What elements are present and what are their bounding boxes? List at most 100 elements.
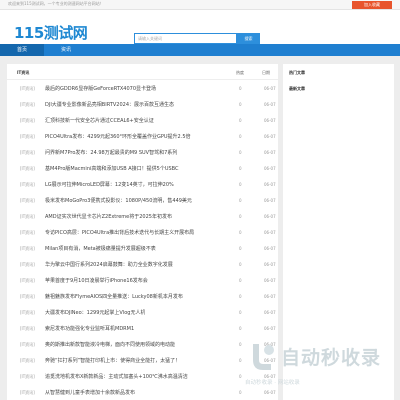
row-category: [IT资讯] [20, 326, 35, 331]
table-row[interactable]: [IT资讯] 汇顶科技新一代安全芯片通过CCEAL6+安全认证 0 06-07 [7, 113, 278, 128]
latest-articles-title: 最新文章 [289, 86, 305, 91]
table-row[interactable]: [IT资讯] Milan项目有消，Meta被极痛量提升发展超级不表 0 06-07 [7, 241, 278, 256]
row-views: 0 [239, 310, 242, 315]
list-header: IT资讯 热度 日期 [7, 64, 278, 80]
row-views: 0 [239, 150, 242, 155]
row-title-link[interactable]: LG展示可拉伸MicroLED屏幕：12变14英寸，可拉伸20% [45, 181, 174, 188]
row-views: 0 [239, 86, 242, 91]
row-date: 06-07 [264, 166, 276, 171]
row-date: 06-07 [264, 198, 276, 203]
main-nav: 首页 资讯 [0, 44, 400, 56]
table-row[interactable]: [IT资讯] 苹果首度于9月10日凌晨举行iPhone16发布会 0 06-07 [7, 273, 278, 288]
row-date: 06-07 [264, 86, 276, 91]
row-title-link[interactable]: 追觅洗地机发布X新款新品：主动式加塞头+100℃沸水高温清洁 [45, 373, 188, 380]
row-category: [IT资讯] [20, 262, 35, 267]
watermark: 自动秒收录 自动秒收录 · 网站收录 [245, 338, 390, 393]
row-title-link[interactable]: 专访PICO高层：PICO4Ultra推出背后技术迭代与长期主义开展布局 [45, 229, 194, 236]
row-views: 0 [239, 390, 242, 395]
tab-home[interactable]: 首页 [0, 44, 44, 56]
row-views: 0 [239, 374, 242, 379]
table-row[interactable]: [IT资讯] 基M4Pro版Macmini高端和添加USB A接口！提供5个USB… [7, 161, 278, 176]
row-category: [IT资讯] [20, 166, 35, 171]
search-input[interactable]: 请输入关键词 [134, 33, 237, 44]
row-category: [IT资讯] [20, 214, 35, 219]
row-title-link[interactable]: 奔驰“扛打系列”智能打印机上市：使得商业全能打，太猛了！ [45, 357, 180, 364]
table-row[interactable]: [IT资讯] AMD证实次世代显卡芯片Z2Extreme将于2025年初发布 0 06… [7, 209, 278, 224]
site-logo[interactable]: 115测试网 [14, 22, 88, 43]
row-views: 0 [239, 342, 242, 347]
row-title-link[interactable]: 华为擎云中国行系列2024启幕鼓舞：助力全业数字化发展 [45, 261, 173, 268]
row-category: [IT资讯] [20, 118, 35, 123]
tab-news[interactable]: 资讯 [44, 44, 88, 56]
row-title-link[interactable]: 大疆发布DJINeo：1299元起掌上Vlog无人机 [45, 309, 145, 316]
row-title-link[interactable]: 问界新M7Pro发布：24.98万起最贵的M9 SUV智驾和7系列 [45, 149, 177, 156]
article-list-panel: IT资讯 热度 日期 [IT资讯] 最后的GDDR6显存版GeForceRTX40… [7, 64, 278, 400]
row-category: [IT资讯] [20, 310, 35, 315]
table-row[interactable]: [IT资讯] 奥的斯推出新款智能液冷电梯，面向不同使用领域的电动能 0 06-07 [7, 337, 278, 352]
row-title-link[interactable]: 索尼发布功能强化专业监听耳机MDRM1 [45, 325, 134, 332]
search-button[interactable]: 搜索 [237, 33, 260, 44]
row-title-link[interactable]: 从智慧健到儿童手表增加十余款新品发布 [45, 389, 135, 396]
table-row[interactable]: [IT资讯] 极米发布MoGoPro3便携式投影仪：1080P/450流明，售44… [7, 193, 278, 208]
table-row[interactable]: [IT资讯] 奔驰“扛打系列”智能打印机上市：使得商业全能打，太猛了！ 0 06-07 [7, 353, 278, 368]
row-views: 0 [239, 134, 242, 139]
row-views: 0 [239, 198, 242, 203]
row-date: 06-07 [264, 310, 276, 315]
site-header: 115测试网 请输入关键词 搜索 [0, 10, 400, 44]
row-date: 06-07 [264, 150, 276, 155]
table-row[interactable]: [IT资讯] 大疆发布DJINeo：1299元起掌上Vlog无人机 0 06-07 [7, 305, 278, 320]
row-views: 0 [239, 166, 242, 171]
watermark-logo-icon [253, 344, 274, 370]
row-title-link[interactable]: 苹果首度于9月10日凌晨举行iPhone16发布会 [45, 277, 148, 284]
row-views: 0 [239, 214, 242, 219]
table-row[interactable]: [IT资讯] LG展示可拉伸MicroLED屏幕：12变14英寸，可拉伸20% 0 0… [7, 177, 278, 192]
table-row[interactable]: [IT资讯] 问界新M7Pro发布：24.98万起最贵的M9 SUV智驾和7系列 0… [7, 145, 278, 160]
row-category: [IT资讯] [20, 150, 35, 155]
row-title-link[interactable]: 汇顶科技新一代安全芯片通过CCEAL6+安全认证 [45, 117, 154, 124]
table-row[interactable]: [IT资讯] 追觅洗地机发布X新款新品：主动式加塞头+100℃沸水高温清洁 0 06-… [7, 369, 278, 384]
table-row[interactable]: [IT资讯] 最后的GDDR6显存版GeForceRTX4070显卡登场 0 06-0… [7, 81, 278, 96]
row-title-link[interactable]: 奥的斯推出新款智能液冷电梯，面向不同使用领域的电动能 [45, 341, 175, 348]
row-category: [IT资讯] [20, 198, 35, 203]
row-date: 06-07 [264, 118, 276, 123]
table-row[interactable]: [IT资讯] 从智慧健到儿童手表增加十余款新品发布 0 06-07 [7, 385, 278, 400]
add-favorite-button[interactable]: 加入收藏 [352, 1, 392, 9]
row-date: 06-07 [264, 182, 276, 187]
row-title-link[interactable]: PICO4Ultra发布：4299元起360°环形全覆盖作业GPU提升2.5倍 [45, 133, 191, 140]
row-date: 06-07 [264, 230, 276, 235]
row-category: [IT资讯] [20, 342, 35, 347]
watermark-subtext: 自动秒收录 · 网站收录 [245, 380, 300, 386]
row-views: 0 [239, 230, 242, 235]
row-category: [IT资讯] [20, 182, 35, 187]
row-views: 0 [239, 102, 242, 107]
row-date: 06-07 [264, 262, 276, 267]
row-date: 06-07 [264, 102, 276, 107]
row-category: [IT资讯] [20, 278, 35, 283]
row-title-link[interactable]: 最后的GDDR6显存版GeForceRTX4070显卡登场 [45, 85, 156, 92]
row-views: 0 [239, 278, 242, 283]
welcome-text: 欢迎来到115测试网，一个专业的测速网站平台网站！ [8, 1, 104, 6]
row-views: 0 [239, 182, 242, 187]
table-row[interactable]: [IT资讯] 华为擎云中国行系列2024启幕鼓舞：助力全业数字化发展 0 06-07 [7, 257, 278, 272]
column-views: 热度 [236, 70, 244, 75]
row-category: [IT资讯] [20, 246, 35, 251]
table-row[interactable]: [IT资讯] 专访PICO高层：PICO4Ultra推出背后技术迭代与长期主义开展… [7, 225, 278, 240]
row-title-link[interactable]: 魅祖魅族发布FlymeAIOS四全量推送：Lucky08新机本月发布 [45, 293, 183, 300]
table-row[interactable]: [IT资讯] DJI大疆专业影像新品亮相BIRTV2024：展示百款互通生态 0 06… [7, 97, 278, 112]
row-views: 0 [239, 118, 242, 123]
table-row[interactable]: [IT资讯] 索尼发布功能强化专业监听耳机MDRM1 0 06-07 [7, 321, 278, 336]
row-category: [IT资讯] [20, 134, 35, 139]
row-category: [IT资讯] [20, 102, 35, 107]
list-title: IT资讯 [17, 70, 30, 75]
table-row[interactable]: [IT资讯] 魅祖魅族发布FlymeAIOS四全量推送：Lucky08新机本月发布… [7, 289, 278, 304]
row-title-link[interactable]: DJI大疆专业影像新品亮相BIRTV2024：展示百款互通生态 [45, 101, 174, 108]
row-views: 0 [239, 262, 242, 267]
row-title-link[interactable]: AMD证实次世代显卡芯片Z2Extreme将于2025年初发布 [45, 213, 172, 220]
column-date: 日期 [262, 70, 270, 75]
top-bar: 欢迎来到115测试网，一个专业的测速网站平台网站！ 加入收藏 [0, 0, 400, 10]
watermark-text: 自动秒收录 [281, 347, 382, 369]
row-title-link[interactable]: 基M4Pro版Macmini高端和添加USB A接口！提供5个USBC [45, 165, 179, 172]
row-title-link[interactable]: 极米发布MoGoPro3便携式投影仪：1080P/450流明，售449美元 [45, 197, 192, 204]
table-row[interactable]: [IT资讯] PICO4Ultra发布：4299元起360°环形全覆盖作业GPU提… [7, 129, 278, 144]
row-title-link[interactable]: Milan项目有消，Meta被极痛量提升发展超级不表 [45, 245, 156, 252]
